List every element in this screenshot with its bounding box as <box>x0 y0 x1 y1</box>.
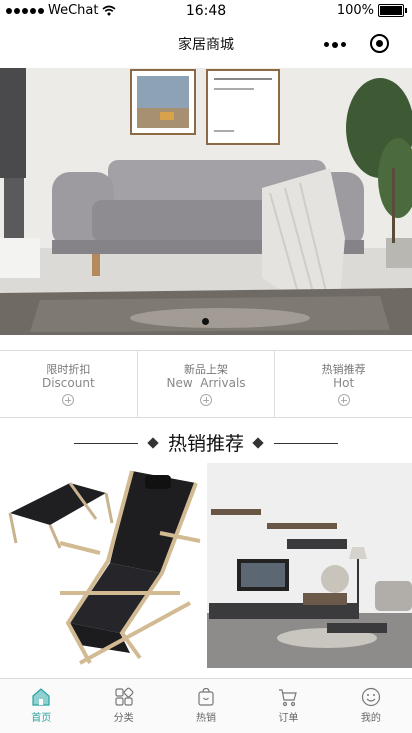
product-image-tv-cabinet <box>207 463 412 668</box>
battery-percent: 100% <box>336 3 374 18</box>
category-label-en: New Arrivals <box>166 376 246 390</box>
category-label-cn: 新品上架 <box>184 363 228 376</box>
banner-image-living-room <box>0 68 412 335</box>
tab-hot[interactable]: 热销 <box>165 679 247 733</box>
category-icon <box>115 687 134 706</box>
tab-home[interactable]: 首页 <box>0 679 82 733</box>
category-new-arrivals[interactable]: 新品上架 New Arrivals <box>138 351 276 417</box>
more-options-icon[interactable] <box>324 41 346 48</box>
page-title: 家居商城 <box>178 37 234 53</box>
banner-pager-dot[interactable] <box>202 318 209 325</box>
tab-label: 首页 <box>31 713 52 724</box>
tab-label: 分类 <box>113 713 134 724</box>
product-image-folding-chair <box>8 470 201 665</box>
plus-circle-icon <box>200 394 212 406</box>
category-strip: 限时折扣 Discount 新品上架 New Arrivals 热销推荐 Hot <box>0 350 412 418</box>
divider-line <box>274 443 338 444</box>
status-bar: WeChat 16:48 100% <box>0 0 412 22</box>
product-card[interactable] <box>207 463 412 668</box>
diamond-icon <box>252 437 264 449</box>
cart-icon <box>279 689 298 707</box>
bag-icon <box>198 687 214 706</box>
category-hot[interactable]: 热销推荐 Hot <box>275 351 412 417</box>
battery-icon <box>378 4 407 17</box>
section-header: 热销推荐 <box>0 426 412 460</box>
divider-line <box>74 443 138 444</box>
tab-category[interactable]: 分类 <box>82 679 164 733</box>
category-label-en: Hot <box>333 376 355 390</box>
smiley-icon <box>361 687 380 707</box>
product-grid <box>0 463 412 668</box>
tab-profile[interactable]: 我的 <box>330 679 412 733</box>
hero-banner[interactable] <box>0 68 412 335</box>
product-card[interactable] <box>0 463 205 668</box>
tab-label: 热销 <box>196 713 217 724</box>
bottom-tab-bar: 首页 分类 热销 订单 我的 <box>0 678 412 733</box>
home-icon <box>32 688 50 706</box>
section-title: 热销推荐 <box>167 433 244 455</box>
plus-circle-icon <box>337 394 350 406</box>
tab-label: 订单 <box>278 713 299 724</box>
tab-orders[interactable]: 订单 <box>247 679 329 733</box>
diamond-icon <box>147 437 159 449</box>
category-discount[interactable]: 限时折扣 Discount <box>0 351 138 417</box>
tab-label: 我的 <box>360 713 381 724</box>
battery-status: 100% <box>336 3 407 18</box>
navigation-bar: 家居商城 <box>0 22 412 68</box>
category-label-cn: 限时折扣 <box>46 363 91 376</box>
close-miniprogram-icon[interactable] <box>370 34 389 53</box>
plus-circle-icon <box>62 394 75 406</box>
category-label-en: Discount <box>41 376 95 390</box>
category-label-cn: 热销推荐 <box>321 363 366 376</box>
